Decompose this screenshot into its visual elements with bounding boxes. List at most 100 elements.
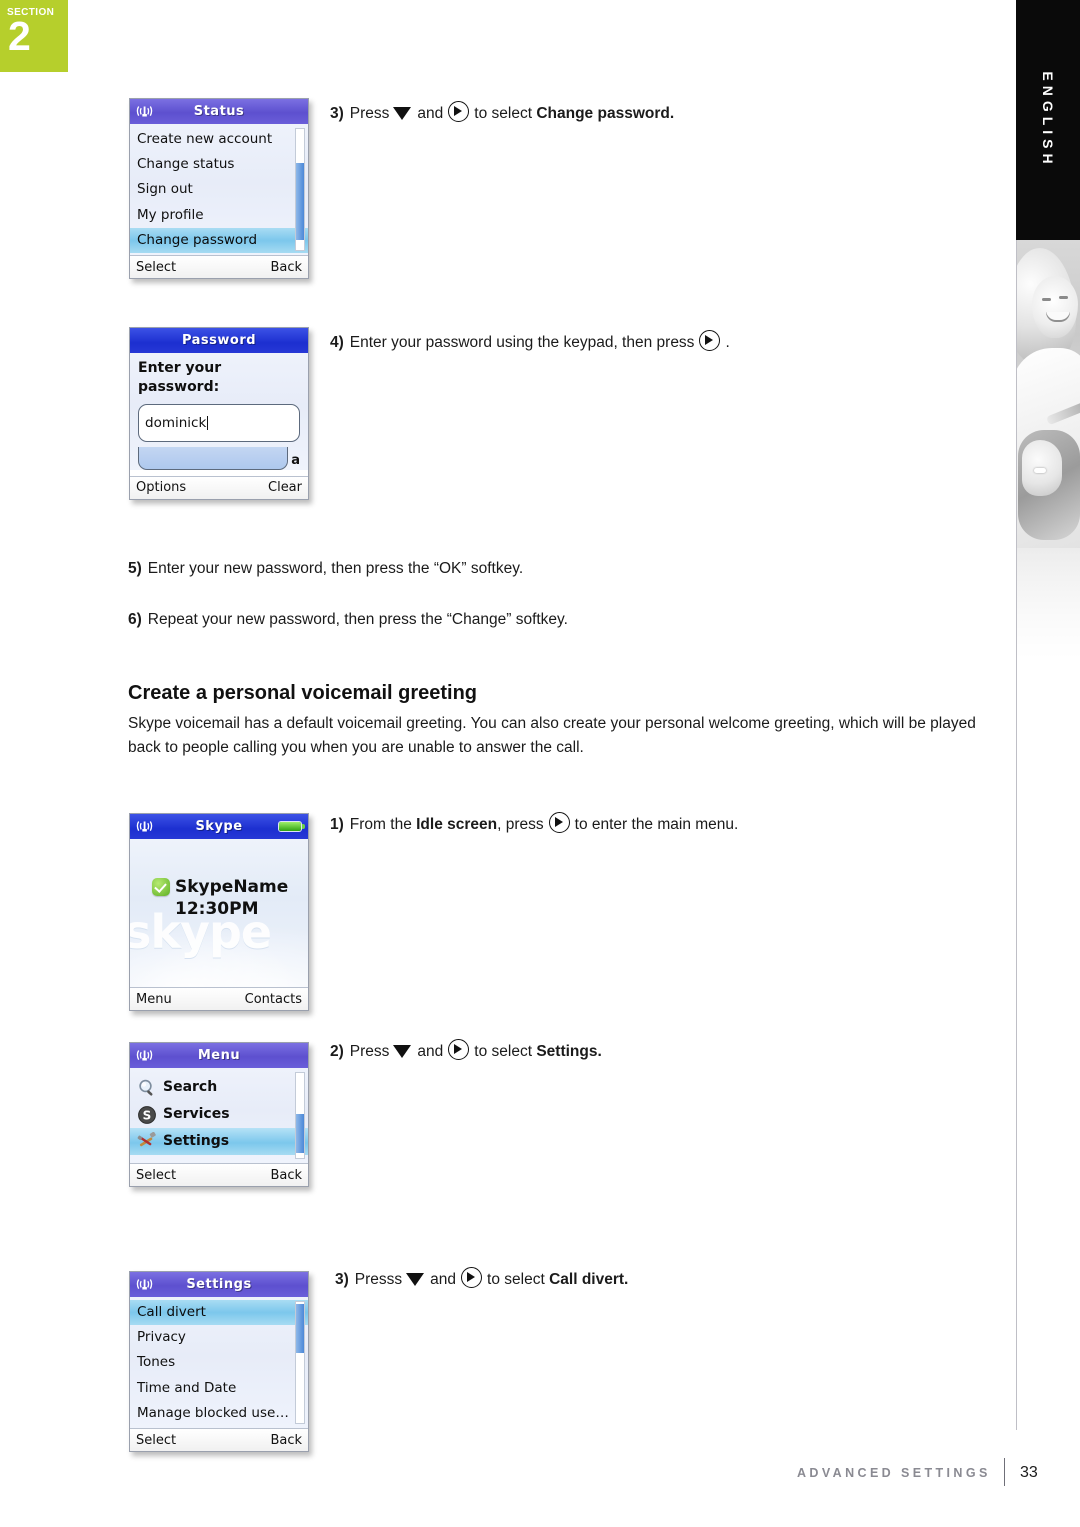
softkey-left[interactable]: Select xyxy=(136,260,176,275)
idle-title-bar: Skype xyxy=(130,814,308,839)
step-text-a: Enter your password using the keypad, th… xyxy=(349,334,695,351)
select-key-icon xyxy=(448,101,470,122)
list-item-selected[interactable]: Change password xyxy=(130,227,308,254)
menu-list[interactable]: Search S Services Settings xyxy=(130,1068,308,1163)
step-emphasis: Idle screen xyxy=(416,816,498,833)
list-item[interactable]: S Services xyxy=(130,1101,308,1128)
phone-screen-password: Password Enter your password: dominick a… xyxy=(129,327,309,500)
step-text-b: . xyxy=(725,334,730,351)
softkey-left[interactable]: Menu xyxy=(136,992,172,1007)
scrollbar-thumb[interactable] xyxy=(296,1113,304,1153)
settings-title-bar: Settings xyxy=(130,1272,308,1297)
page-title: Create a personal voicemail greeting xyxy=(128,682,478,704)
step-text-c: to enter the main menu. xyxy=(574,816,739,833)
step-3-change-password: 3) Press and to select Change password. xyxy=(330,101,674,125)
step-2-settings: 2) Press and to select Settings. xyxy=(330,1039,602,1063)
idle-time: 12:30PM xyxy=(175,899,259,919)
step-number: 1) xyxy=(330,816,344,833)
list-item[interactable]: Sign out xyxy=(130,177,308,202)
list-item[interactable]: Time and Date xyxy=(130,1376,308,1401)
photo-eye-right xyxy=(1059,296,1068,299)
photo-fade xyxy=(1016,550,1080,670)
down-arrow-icon xyxy=(393,1045,412,1058)
magnifier-icon xyxy=(137,1078,157,1098)
select-key-icon xyxy=(461,1267,483,1288)
password-input[interactable]: dominick xyxy=(138,403,300,442)
step-text-a: Press xyxy=(349,105,390,122)
step-emphasis: Change password. xyxy=(536,105,675,122)
language-tab-label: ENGLISH xyxy=(1040,71,1056,169)
online-check-icon xyxy=(152,878,170,896)
skype-s-icon: S xyxy=(137,1105,157,1125)
battery-icon xyxy=(279,822,305,831)
list-item[interactable]: My profile xyxy=(130,203,308,228)
language-tab: ENGLISH xyxy=(1016,0,1080,240)
phone-screen-settings: Settings Call divert Privacy Tones Time … xyxy=(129,1271,309,1453)
scrollbar-thumb[interactable] xyxy=(296,162,304,241)
softkey-left[interactable]: Select xyxy=(136,1168,176,1183)
article-paragraph-line1: Skype voicemail has a default voicemail … xyxy=(128,715,879,732)
settings-title: Settings xyxy=(186,1277,252,1292)
list-item-selected[interactable]: Settings xyxy=(130,1128,308,1155)
softkey-right[interactable]: Back xyxy=(270,1433,302,1448)
password-body: Enter your password: dominick a xyxy=(130,353,308,470)
step-number: 3) xyxy=(330,105,344,122)
step-number: 5) xyxy=(128,560,142,577)
softkey-right[interactable]: Clear xyxy=(268,480,302,495)
password-softkeys: Options Clear xyxy=(130,475,308,499)
list-item[interactable]: Search xyxy=(130,1074,308,1101)
step-text-a: From the xyxy=(349,816,412,833)
footer-divider xyxy=(1004,1458,1005,1486)
status-list[interactable]: Create new account Change status Sign ou… xyxy=(130,124,308,255)
scrollbar[interactable] xyxy=(295,128,305,252)
step-text: Repeat your new password, then press the… xyxy=(147,611,568,628)
section-badge-number: 2 xyxy=(8,13,31,59)
input-mode-indicator: a xyxy=(291,452,300,468)
list-item[interactable]: Create new account xyxy=(130,127,308,152)
step-4-enter-password: 4) Enter your password using the keypad, … xyxy=(330,330,730,354)
step-number: 3) xyxy=(335,1271,349,1288)
step-emphasis: Settings. xyxy=(536,1043,602,1060)
step-text: Enter your new password, then press the … xyxy=(147,560,524,577)
password-bar-wrap: a xyxy=(138,446,300,470)
scrollbar[interactable] xyxy=(295,1072,305,1159)
rail-divider xyxy=(1016,240,1017,1430)
scrollbar-thumb[interactable] xyxy=(296,1304,304,1353)
list-item-selected[interactable]: Call divert xyxy=(130,1300,308,1326)
list-item[interactable]: Change status xyxy=(130,152,308,177)
password-title-bar: Password xyxy=(130,328,308,353)
settings-softkeys: Select Back xyxy=(130,1428,308,1452)
status-softkeys: Select Back xyxy=(130,255,308,279)
step-text-a: Presss xyxy=(354,1271,403,1288)
antenna-icon xyxy=(136,106,153,117)
list-item[interactable]: Manage blocked use… xyxy=(130,1401,308,1426)
photo-face xyxy=(1032,276,1078,338)
scrollbar[interactable] xyxy=(295,1301,305,1425)
softkey-right[interactable]: Back xyxy=(270,1168,302,1183)
menu-softkeys: Select Back xyxy=(130,1163,308,1186)
idle-softkeys: Menu Contacts xyxy=(130,987,308,1010)
menu-title-bar: Menu xyxy=(130,1043,308,1068)
status-title-bar: Status xyxy=(130,99,308,124)
softkey-right[interactable]: Back xyxy=(270,260,302,275)
antenna-icon xyxy=(136,1279,153,1290)
settings-list[interactable]: Call divert Privacy Tones Time and Date … xyxy=(130,1297,308,1428)
list-item[interactable]: Tones xyxy=(130,1350,308,1375)
password-prompt-line1: Enter your xyxy=(138,360,222,376)
softkey-left[interactable]: Options xyxy=(136,480,186,495)
step-text-a: Press xyxy=(349,1043,390,1060)
step-text-c: to select xyxy=(474,1043,533,1060)
step-text-b: and xyxy=(417,105,444,122)
section-badge: SECTION 2 xyxy=(0,0,68,72)
softkey-right[interactable]: Contacts xyxy=(245,992,302,1007)
list-item[interactable]: Privacy xyxy=(130,1325,308,1350)
antenna-icon xyxy=(136,1050,153,1061)
menu-title: Menu xyxy=(197,1048,241,1063)
step-number: 4) xyxy=(330,334,344,351)
down-arrow-icon xyxy=(406,1273,425,1286)
step-1-idle-screen: 1) From the Idle screen, press to enter th… xyxy=(330,812,738,836)
softkey-left[interactable]: Select xyxy=(136,1433,176,1448)
password-prompt-line2: password: xyxy=(138,378,220,395)
step-3-call-divert: 3) Presss and to select Call divert. xyxy=(335,1267,628,1291)
phone-screen-idle: Skype skype SkypeName 12:30PM Menu Conta… xyxy=(129,813,309,1011)
